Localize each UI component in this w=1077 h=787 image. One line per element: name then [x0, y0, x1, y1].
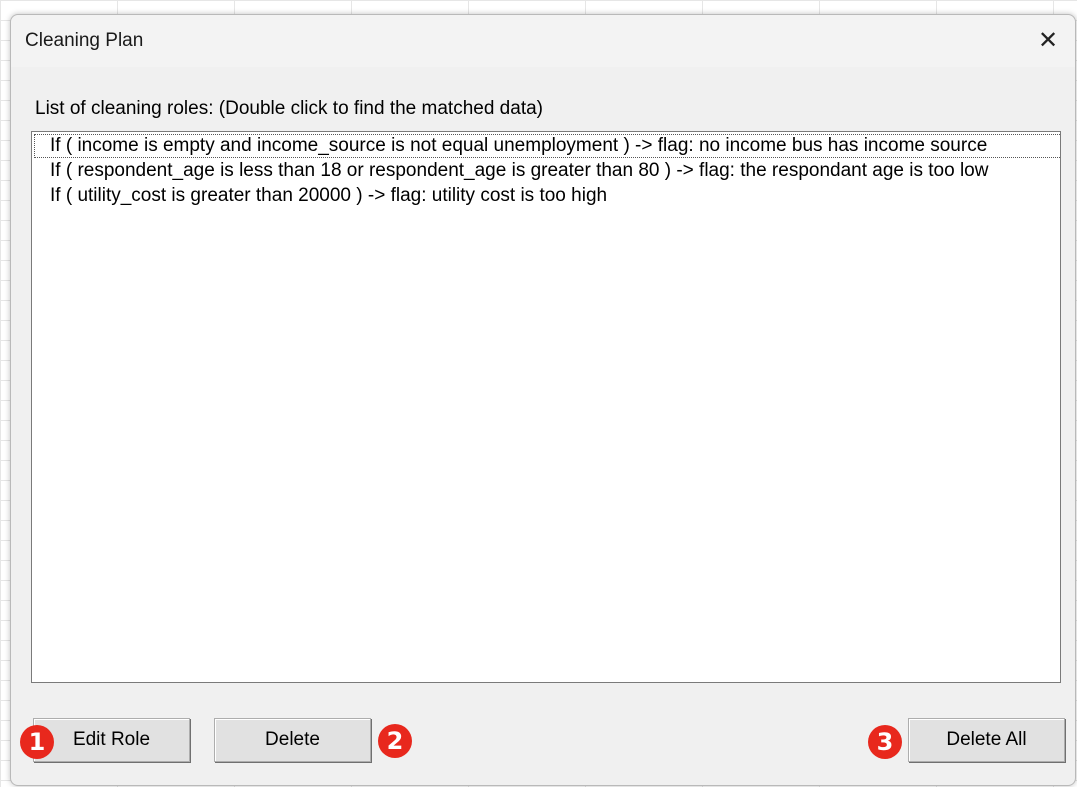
- list-label: List of cleaning roles: (Double click to…: [35, 98, 543, 119]
- list-item[interactable]: If ( income is empty and income_source i…: [34, 134, 1060, 158]
- step-badge-1: 1: [20, 725, 54, 759]
- list-item[interactable]: If ( respondent_age is less than 18 or r…: [34, 159, 1060, 183]
- step-badge-3: 3: [868, 725, 902, 759]
- edit-role-button[interactable]: Edit Role: [33, 718, 190, 762]
- close-button[interactable]: ✕: [1025, 19, 1071, 63]
- title-bar[interactable]: Cleaning Plan ✕: [11, 15, 1075, 67]
- close-icon: ✕: [1037, 27, 1059, 54]
- cleaning-plan-dialog: Cleaning Plan ✕ List of cleaning roles: …: [10, 14, 1076, 786]
- list-item[interactable]: If ( utility_cost is greater than 20000 …: [34, 184, 1060, 208]
- delete-button[interactable]: Delete: [214, 718, 371, 762]
- dialog-title: Cleaning Plan: [25, 30, 144, 51]
- cleaning-rules-listbox[interactable]: If ( income is empty and income_source i…: [31, 131, 1061, 683]
- delete-all-button[interactable]: Delete All: [908, 718, 1065, 762]
- step-badge-2: 2: [378, 724, 412, 758]
